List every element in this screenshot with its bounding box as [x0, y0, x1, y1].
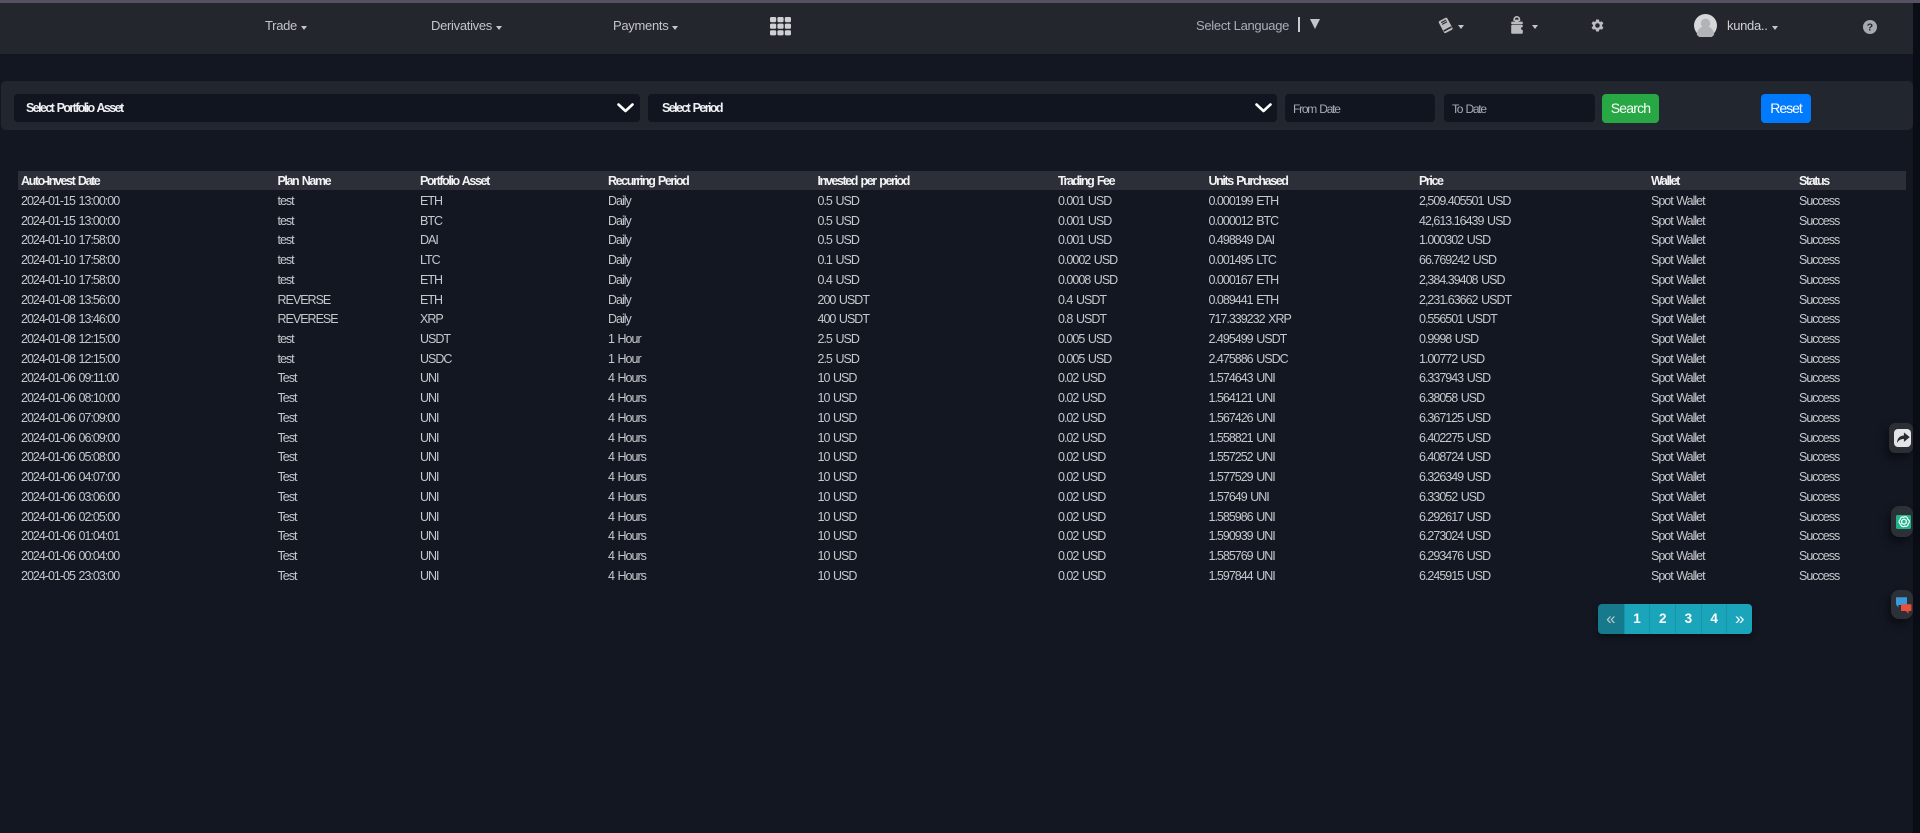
svg-text:?: ?	[1867, 21, 1873, 33]
